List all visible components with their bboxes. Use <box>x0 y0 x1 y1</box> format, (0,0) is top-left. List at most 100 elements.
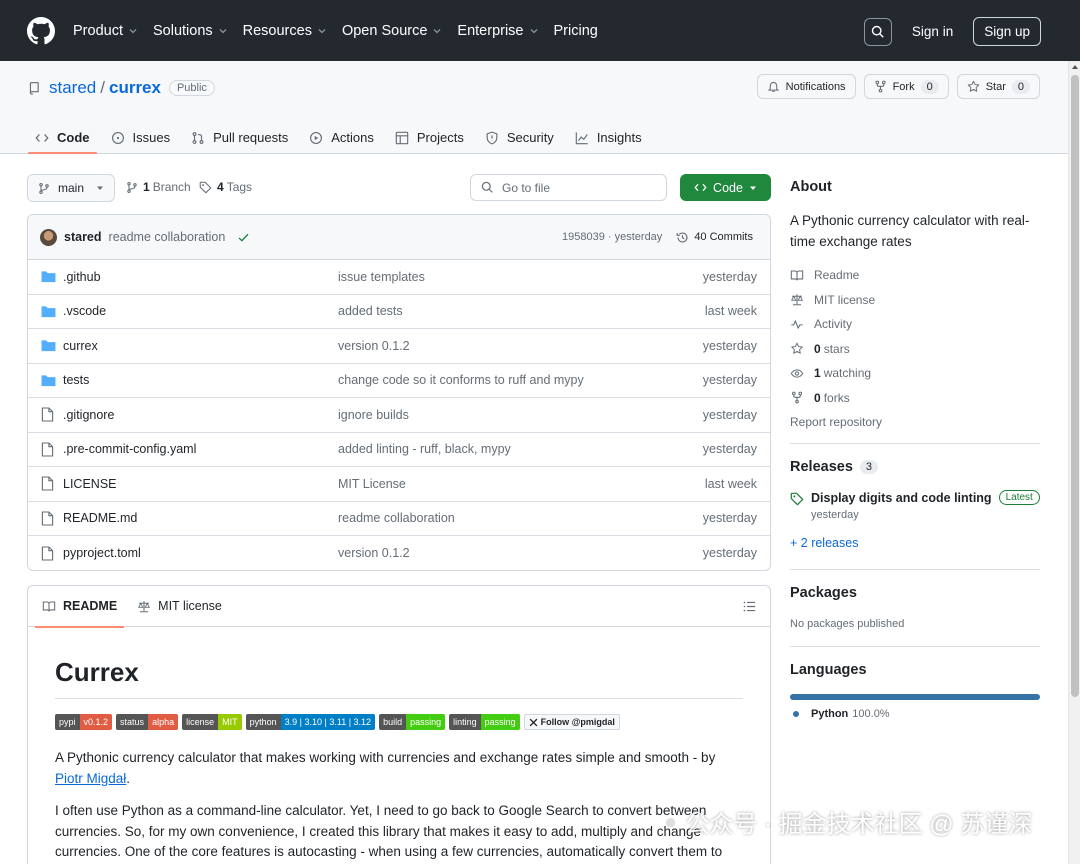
tab-projects[interactable]: Projects <box>388 121 471 154</box>
repo-name-link[interactable]: currex <box>109 78 161 98</box>
file-commit-link[interactable]: added linting - ruff, black, mypy <box>338 442 511 456</box>
nav-enterprise[interactable]: Enterprise <box>457 23 538 39</box>
report-repository-link[interactable]: Report repository <box>790 410 1040 435</box>
go-to-file-input[interactable]: Go to file <box>470 174 667 201</box>
github-logo-icon[interactable] <box>27 16 55 45</box>
file-commit-link[interactable]: MIT License <box>338 477 406 491</box>
tab-license[interactable]: MIT license <box>130 586 229 627</box>
chevron-down-icon <box>530 28 537 33</box>
fork-count: 0 <box>920 79 939 94</box>
status-badge[interactable]: build passing <box>379 714 446 730</box>
star-button[interactable]: Star 0 <box>956 74 1040 99</box>
file-commit-link[interactable]: version 0.1.2 <box>338 546 410 560</box>
file-row[interactable]: .vscode added tests last week <box>28 295 770 329</box>
sign-up-button[interactable]: Sign up <box>973 17 1041 46</box>
sidebar-divider <box>790 443 1040 444</box>
status-badge[interactable]: pypi v0.1.2 <box>55 714 113 730</box>
branches-link[interactable]: 1 Branch <box>126 180 191 194</box>
forks-link[interactable]: 0 forks <box>790 386 1040 411</box>
badge-value: passing <box>406 714 446 730</box>
file-row[interactable]: pyproject.toml version 0.1.2 yesterday <box>28 536 770 570</box>
latest-release[interactable]: Display digits and code linting Latest y… <box>790 490 1040 521</box>
status-badge[interactable]: linting passing <box>449 714 520 730</box>
tab-code[interactable]: Code <box>28 121 97 154</box>
page-scrollbar[interactable] <box>1068 61 1080 864</box>
language-python[interactable]: Python 100.0% <box>793 708 890 720</box>
follow-badge[interactable]: Follow @pmigdal <box>523 714 620 730</box>
watermark-logo-icon: ● <box>664 808 678 834</box>
file-name-link[interactable]: tests <box>63 373 89 387</box>
repo-header: stared / currex Public Notifications For… <box>0 61 1068 154</box>
nav-resources[interactable]: Resources <box>243 23 327 39</box>
tab-insights[interactable]: Insights <box>568 121 649 154</box>
file-name-link[interactable]: LICENSE <box>63 477 117 491</box>
file-row[interactable]: .gitignore ignore builds yesterday <box>28 398 770 433</box>
watchers-link[interactable]: 1 watching <box>790 361 1040 386</box>
file-name-link[interactable]: .vscode <box>63 304 106 318</box>
commit-message[interactable]: readme collaboration <box>109 230 226 244</box>
packages-heading[interactable]: Packages <box>790 585 1040 601</box>
author-link[interactable]: Piotr Migdał <box>55 771 126 786</box>
license-link[interactable]: MIT license <box>790 288 1040 313</box>
file-name-link[interactable]: currex <box>63 339 98 353</box>
nav-pricing[interactable]: Pricing <box>554 23 598 39</box>
play-icon <box>310 131 323 144</box>
global-header: Product Solutions Resources Open Source … <box>0 0 1080 61</box>
file-commit-link[interactable]: added tests <box>338 304 403 318</box>
file-row[interactable]: .github issue templates yesterday <box>28 260 770 295</box>
status-badge[interactable]: license MIT <box>182 714 242 730</box>
repo-owner-link[interactable]: stared <box>49 78 96 98</box>
more-releases-link[interactable]: + 2 releases <box>790 536 1040 550</box>
tab-issues[interactable]: Issues <box>104 121 178 154</box>
activity-link[interactable]: Activity <box>790 312 1040 337</box>
file-commit-link[interactable]: ignore builds <box>338 408 409 422</box>
file-name-link[interactable]: .pre-commit-config.yaml <box>63 442 196 456</box>
scrollbar-thumb[interactable] <box>1071 75 1079 697</box>
scroll-up-arrow-icon[interactable] <box>1072 65 1078 69</box>
file-commit-link[interactable]: issue templates <box>338 270 425 284</box>
nav-solutions[interactable]: Solutions <box>153 23 228 39</box>
commit-hash-time[interactable]: 1958039 · yesterday <box>562 231 662 243</box>
code-download-button[interactable]: Code <box>680 174 771 201</box>
file-row[interactable]: README.md readme collaboration yesterday <box>28 502 770 536</box>
commit-author[interactable]: stared <box>64 230 102 244</box>
sign-in-link[interactable]: Sign in <box>912 24 953 39</box>
status-badge[interactable]: status alpha <box>116 714 179 730</box>
release-name[interactable]: Display digits and code linting <box>811 491 992 505</box>
tab-readme[interactable]: README <box>35 586 125 628</box>
commits-link[interactable]: 40 Commits <box>676 231 753 244</box>
branch-selector[interactable]: main <box>27 174 116 202</box>
file-name-link[interactable]: pyproject.toml <box>63 546 141 560</box>
list-unordered-icon[interactable] <box>743 600 756 613</box>
notifications-button[interactable]: Notifications <box>756 74 856 99</box>
readme-link[interactable]: Readme <box>790 263 1040 288</box>
nav-product[interactable]: Product <box>73 23 138 39</box>
file-name-link[interactable]: .gitignore <box>63 408 114 422</box>
releases-heading[interactable]: Releases 3 <box>790 459 1040 475</box>
status-badge[interactable]: python 3.9 | 3.10 | 3.11 | 3.12 <box>245 714 376 730</box>
file-row[interactable]: LICENSE MIT License last week <box>28 467 770 502</box>
file-commit-link[interactable]: readme collaboration <box>338 511 455 525</box>
graph-icon <box>575 131 588 144</box>
file-commit-link[interactable]: change code so it conforms to ruff and m… <box>338 373 584 387</box>
file-row[interactable]: tests change code so it conforms to ruff … <box>28 364 770 398</box>
folder-icon <box>41 340 56 352</box>
tab-security[interactable]: Security <box>478 121 561 154</box>
nav-open-source[interactable]: Open Source <box>342 23 442 39</box>
file-row[interactable]: currex version 0.1.2 yesterday <box>28 329 770 364</box>
file-commit-link[interactable]: version 0.1.2 <box>338 339 410 353</box>
packages-empty: No packages published <box>790 618 905 630</box>
stars-link[interactable]: 0 stars <box>790 337 1040 362</box>
fork-button[interactable]: Fork 0 <box>863 74 949 99</box>
file-icon <box>41 407 54 422</box>
file-name-link[interactable]: README.md <box>63 511 137 525</box>
tab-pull-requests[interactable]: Pull requests <box>184 121 295 154</box>
tags-link[interactable]: 4 Tags <box>199 180 252 194</box>
avatar[interactable] <box>40 228 57 246</box>
search-button[interactable] <box>863 17 892 46</box>
badge-value: passing <box>480 714 520 730</box>
file-row[interactable]: .pre-commit-config.yaml added linting - r… <box>28 433 770 467</box>
check-icon[interactable] <box>237 231 250 244</box>
file-name-link[interactable]: .github <box>63 270 101 284</box>
tab-actions[interactable]: Actions <box>302 121 381 154</box>
